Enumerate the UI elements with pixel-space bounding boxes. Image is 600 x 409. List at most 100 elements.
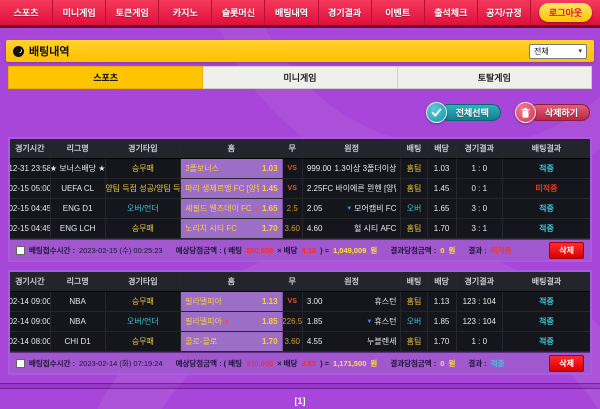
cell-away: 1.85 ▼휴스턴 <box>303 312 402 331</box>
cell-match-type: 오버/언더 <box>106 199 181 218</box>
table-row: 02-14 09:00NBA오버/언더필라델피아▲1.85226.51.85▼휴… <box>10 312 590 332</box>
cell-away: 2.25FC 바이에른 뮌헨 [양팀 득점 실패] <box>303 179 402 198</box>
odds-mid-label: × 배당 <box>277 358 297 369</box>
nav-item-7[interactable]: 이벤트 <box>372 0 425 25</box>
equals-label: ) = <box>320 246 329 255</box>
nav-item-9[interactable]: 공지/규정 <box>478 0 531 25</box>
cell-match-time: 02-15 04:45 <box>10 199 51 218</box>
title-bar: 배팅내역 전체 ▾ <box>6 40 594 62</box>
nav-item-2[interactable]: 토큰게임 <box>106 0 159 25</box>
slips: 경기시간리그명경기타입홈무원정배팅배당경기결과배팅결과12-31 23:58★ … <box>8 137 592 375</box>
cell-score: 3 : 0 <box>457 199 503 218</box>
cell-bet-result: 적중 <box>503 199 590 218</box>
page-title: 배팅내역 <box>29 43 69 59</box>
nav-item-1[interactable]: 미니게임 <box>53 0 106 25</box>
actions-row: 전체선택 삭제하기 <box>10 102 590 123</box>
down-triangle-icon: ▼ <box>366 319 372 325</box>
tab-2[interactable]: 토탈게임 <box>398 66 592 89</box>
cell-odds: 1.65 <box>428 199 457 218</box>
home-team-name: 파리 생제르맹 FC [양팀 득점 성공] <box>185 183 259 194</box>
header-away: 원정 <box>303 272 402 291</box>
result-value: 적중 <box>491 358 505 369</box>
result-amount-label: 결과당첨금액 : <box>390 245 436 256</box>
cell-league: NBA <box>51 312 106 331</box>
won-suffix: 원 <box>448 245 455 256</box>
header-away: 원정 <box>303 139 402 158</box>
header-bet: 배팅 <box>401 139 427 158</box>
nav-item-8[interactable]: 출석체크 <box>425 0 478 25</box>
won-suffix: 원 <box>370 358 377 369</box>
cell-home-pick: 파리 생제르맹 FC [양팀 득점 성공]1.45 <box>181 179 283 198</box>
nav-item-6[interactable]: 경기결과 <box>319 0 372 25</box>
select-checkbox[interactable] <box>16 359 25 368</box>
header-odds: 배당 <box>428 139 457 158</box>
cell-score: 0 : 1 <box>457 179 503 198</box>
header-result: 배팅결과 <box>503 272 590 291</box>
filter-select[interactable]: 전체 ▾ <box>529 44 587 59</box>
nav-item-5[interactable]: 배팅내역 <box>265 0 318 25</box>
cell-match-type: 승무패 [양팀 득점 성공/양팀 득점 실패] <box>106 179 181 198</box>
nav-item-3[interactable]: 카지노 <box>159 0 212 25</box>
expected-amount: 1,049,009 <box>333 246 366 255</box>
table-row: 02-15 05:00UEFA CL승무패 [양팀 득점 성공/양팀 득점 실패… <box>10 179 590 199</box>
won-suffix: 원 <box>448 358 455 369</box>
cell-bet-pick: 홈팀 <box>401 292 427 311</box>
nav-item-4[interactable]: 슬롯머신 <box>212 0 265 25</box>
away-team-name: 휴스턴 <box>374 316 396 327</box>
cell-odds: 1.03 <box>428 159 457 178</box>
header-score: 경기결과 <box>457 272 503 291</box>
table-header-row: 경기시간리그명경기타입홈무원정배팅배당경기결과배팅결과 <box>10 272 590 292</box>
total-odds: 3.55 <box>301 359 316 368</box>
cell-draw: 2.5 <box>283 199 303 218</box>
bet-slip: 경기시간리그명경기타입홈무원정배팅배당경기결과배팅결과 02-14 09:00NB… <box>8 270 592 375</box>
cell-match-time: 02-15 05:00 <box>10 179 51 198</box>
delete-all-button[interactable]: 삭제하기 <box>515 102 590 123</box>
away-team-name: 모어캠비 FC <box>354 203 396 214</box>
cell-match-type: 오버/언더 <box>106 312 181 331</box>
home-odds: 1.13 <box>262 297 278 306</box>
header-result: 배팅결과 <box>503 139 590 158</box>
cell-bet-pick: 홈팀 <box>401 159 427 178</box>
pagination-page-1[interactable]: [1] <box>0 396 600 406</box>
table-row: 02-14 08:00CHI D1승무패콜로-콜로1.703.604.55누블렌… <box>10 332 590 352</box>
cell-score: 1 : 0 <box>457 159 503 178</box>
tab-0[interactable]: 스포츠 <box>8 66 203 89</box>
cell-bet-result: 적중 <box>503 159 590 178</box>
bottom-divider <box>0 383 600 389</box>
home-team-name: 셰필드 웬즈데이 FC <box>185 203 251 214</box>
cell-home-pick: 3폴보너스1.03 <box>181 159 283 178</box>
cell-match-type: 승무패 <box>106 292 181 311</box>
tab-1[interactable]: 미니게임 <box>203 66 397 89</box>
logout-button[interactable]: 로그아웃 <box>539 3 592 22</box>
away-odds: 2.25 <box>307 184 323 193</box>
cell-bet-pick: 오버 <box>401 199 427 218</box>
select-checkbox[interactable] <box>16 246 25 255</box>
result-label: 결과 : <box>468 358 486 369</box>
away-odds: 999.00 <box>307 164 331 173</box>
away-team-name: 1.3이상 3폴더이상 <box>335 163 397 174</box>
away-team-name: 누블렌세 <box>367 336 396 347</box>
select-all-button[interactable]: 전체선택 <box>426 102 501 123</box>
cell-draw: 3.60 <box>283 332 303 351</box>
cell-draw: VS <box>283 292 303 311</box>
filter-select-value: 전체 <box>534 46 549 57</box>
away-odds: 1.85 <box>307 317 323 326</box>
delete-button[interactable]: 삭제 <box>549 242 584 259</box>
delete-button[interactable]: 삭제 <box>549 355 584 372</box>
home-odds: 1.65 <box>262 204 278 213</box>
nav-item-0[interactable]: 스포츠 <box>0 0 53 25</box>
bet-amount: 330,000 <box>246 359 273 368</box>
result-amount: 0 <box>440 246 444 255</box>
cell-match-type: 승무패 <box>106 159 181 178</box>
table-row: 12-31 23:58★ 보너스배당 ★승무패3폴보너스1.03VS999.00… <box>10 159 590 179</box>
table-header-row: 경기시간리그명경기타입홈무원정배팅배당경기결과배팅결과 <box>10 139 590 159</box>
cell-odds: 1.70 <box>428 332 457 351</box>
result-label: 결과 : <box>468 245 486 256</box>
cell-match-time: 02-14 09:00 <box>10 312 51 331</box>
cell-odds: 1.13 <box>428 292 457 311</box>
result-amount-label: 결과당첨금액 : <box>390 358 436 369</box>
cell-score: 3 : 1 <box>457 219 503 238</box>
cell-bet-pick: 홈팀 <box>401 179 427 198</box>
receipt-time-value: 2023-02-15 (수) 00:25:23 <box>79 245 163 256</box>
home-team-name: 노리치 시티 FC <box>185 223 237 234</box>
